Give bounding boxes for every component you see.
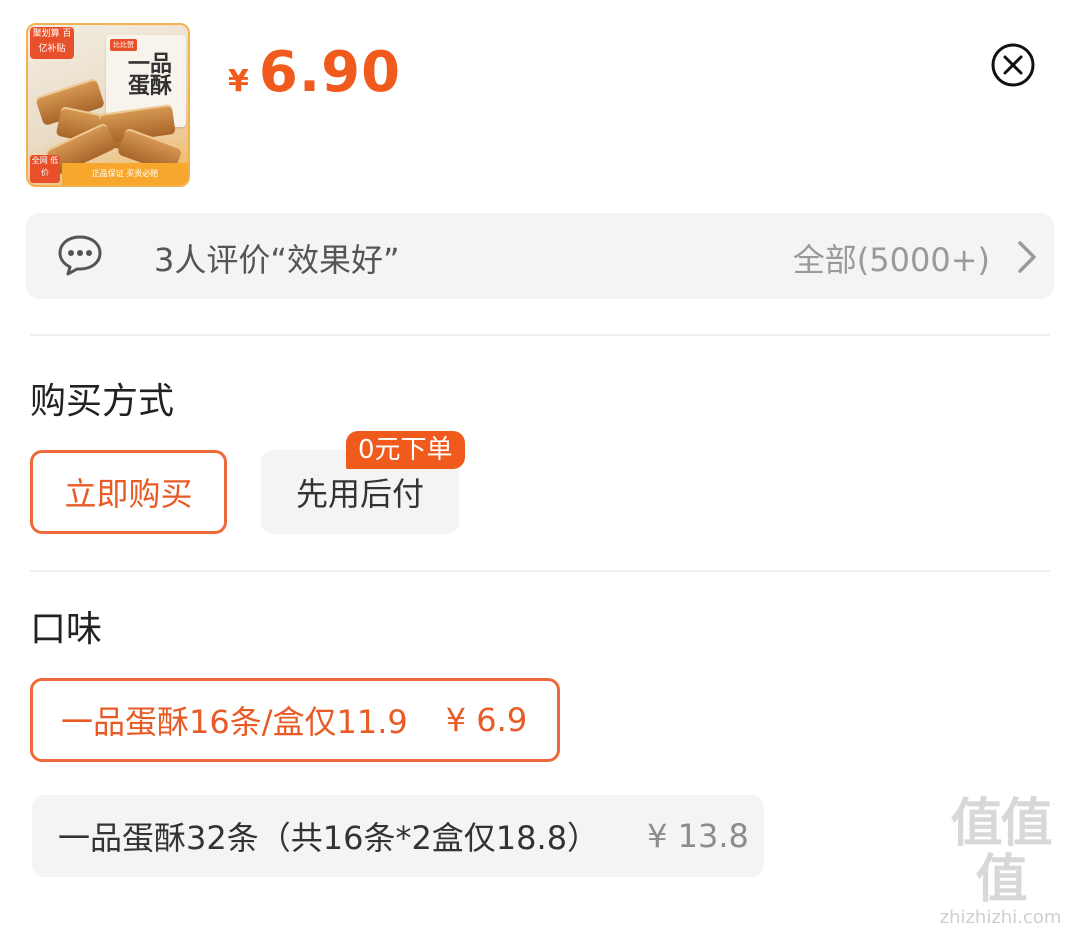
option-label: 先用后付: [295, 475, 424, 513]
flavor-price: ¥ 6.9: [445, 701, 528, 739]
flavor-price: ¥ 13.8: [647, 817, 749, 855]
flavor-title: 口味: [30, 609, 103, 650]
box-title: 一品蛋酥: [128, 51, 173, 99]
close-circle-icon: [991, 43, 1035, 87]
flavor-label: 一品蛋酥32条（共16条*2盒仅18.8）: [58, 819, 600, 857]
reviews-bar[interactable]: 3人评价“效果好” 全部(5000+): [26, 213, 1054, 299]
price-amount: 6.90: [258, 40, 402, 105]
watermark-url: zhizhizhi.com: [939, 907, 1062, 928]
review-summary: 3人评价“效果好”: [154, 241, 400, 279]
flavor-option-32[interactable]: 一品蛋酥32条（共16条*2盒仅18.8） ¥ 13.8: [32, 795, 764, 877]
option-buy-now[interactable]: 立即购买: [30, 450, 227, 534]
divider: [30, 334, 1050, 336]
brand-mini-label: 比比赞: [110, 39, 137, 51]
close-button[interactable]: [991, 43, 1035, 87]
purchase-method-title: 购买方式: [30, 381, 175, 422]
divider: [30, 570, 1050, 572]
subsidy-tag: 聚划算 百亿补贴: [30, 27, 74, 59]
chevron-right-icon: [1018, 241, 1036, 273]
chat-bubble-icon: [58, 235, 102, 276]
guarantee-tag: 正品保证 买贵必赔: [62, 163, 188, 185]
watermark-logo: 值值值: [950, 794, 1052, 910]
watermark: 值值值 zhizhizhi.com: [928, 796, 1073, 928]
all-reviews-link[interactable]: 全部(5000+): [793, 235, 990, 281]
product-thumbnail[interactable]: 聚划算 百亿补贴 比比赞 一品蛋酥 全网 低价 正品保证 买贵必赔: [26, 23, 190, 187]
flavor-option-16[interactable]: 一品蛋酥16条/盒仅11.9 ¥ 6.9: [30, 678, 560, 762]
flavor-label: 一品蛋酥16条/盒仅11.9: [61, 703, 408, 741]
option-label: 立即购买: [64, 475, 193, 513]
zero-down-badge: 0元下单: [346, 431, 465, 469]
product-price: ¥ 6.90: [228, 40, 401, 105]
lowest-price-tag: 全网 低价: [30, 155, 60, 183]
price-currency: ¥: [228, 64, 249, 99]
